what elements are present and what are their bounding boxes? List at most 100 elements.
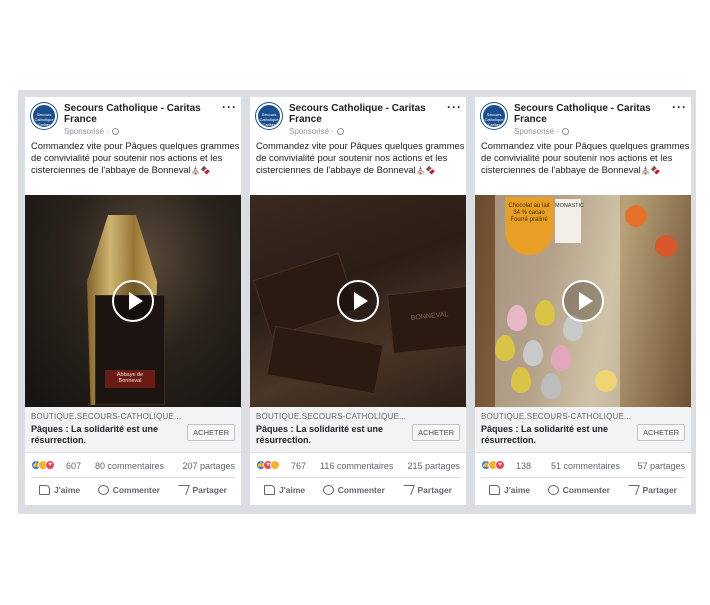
flower bbox=[655, 235, 677, 257]
reaction-icons[interactable]: 👍 ♥ bbox=[481, 460, 505, 470]
reaction-icons[interactable]: 👍 ♥ bbox=[256, 460, 280, 470]
comment-icon bbox=[97, 484, 109, 495]
more-icon[interactable]: ··· bbox=[672, 101, 687, 113]
share-label: Partager bbox=[642, 484, 677, 495]
brand-label: MONASTIC bbox=[555, 199, 584, 243]
emoji-inline: ⛪🍫 bbox=[640, 166, 661, 176]
link-domain: BOUTIQUE.SECOURS-CATHOLIQUE... bbox=[481, 412, 632, 421]
page-name[interactable]: Secours Catholique - Caritas France bbox=[514, 103, 664, 125]
reactions-bar: 👍 ♥ 607 80 commentaires 207 partages bbox=[31, 459, 235, 473]
comment-button[interactable]: Commenter bbox=[322, 484, 385, 495]
like-label: J'aime bbox=[504, 484, 531, 495]
ad-card-3: Secours Catholique Caritas France Secour… bbox=[474, 96, 692, 506]
share-button[interactable]: Partager bbox=[175, 484, 227, 495]
page-logo[interactable]: Secours Catholique Caritas France bbox=[481, 103, 507, 129]
reactions-bar: 👍 ♥ 767 116 commentaires 215 partages bbox=[256, 459, 460, 473]
link-preview[interactable]: BOUTIQUE.SECOURS-CATHOLIQUE... Pâques : … bbox=[475, 407, 691, 453]
egg bbox=[551, 345, 571, 371]
share-count[interactable]: 57 partages bbox=[637, 461, 685, 471]
globe-icon bbox=[336, 128, 344, 135]
share-icon bbox=[625, 484, 641, 495]
share-icon bbox=[400, 484, 416, 495]
link-preview[interactable]: BOUTIQUE.SECOURS-CATHOLIQUE... Pâques : … bbox=[250, 407, 466, 453]
egg bbox=[511, 367, 531, 393]
egg bbox=[541, 373, 561, 399]
post-text: Commandez vite pour Pâques quelques gram… bbox=[481, 140, 691, 178]
like-label: J'aime bbox=[279, 484, 306, 495]
page-name[interactable]: Secours Catholique - Caritas France bbox=[289, 103, 439, 125]
share-count[interactable]: 207 partages bbox=[182, 461, 235, 471]
egg bbox=[495, 335, 515, 361]
post-header: Secours Catholique Caritas France Secour… bbox=[31, 101, 237, 137]
post-text: Commandez vite pour Pâques quelques gram… bbox=[31, 140, 241, 178]
sponsored-label: Sponsorisé · bbox=[64, 127, 119, 136]
comment-icon bbox=[322, 484, 334, 495]
reaction-count[interactable]: 138 bbox=[516, 461, 531, 471]
thumb-icon bbox=[264, 484, 275, 495]
thumb-icon bbox=[39, 484, 50, 495]
reaction-count[interactable]: 767 bbox=[291, 461, 306, 471]
like-button[interactable]: J'aime bbox=[489, 484, 531, 495]
link-headline[interactable]: Pâques : La solidarité est une résurrect… bbox=[31, 424, 181, 446]
ad-card-1: Secours Catholique Caritas France Secour… bbox=[24, 96, 242, 506]
comment-count[interactable]: 116 commentaires bbox=[320, 461, 393, 471]
comment-button[interactable]: Commenter bbox=[97, 484, 160, 495]
like-button[interactable]: J'aime bbox=[264, 484, 306, 495]
reaction-count[interactable]: 607 bbox=[66, 461, 81, 471]
video-thumbnail[interactable]: BONNEVAL bbox=[250, 195, 466, 407]
buy-button[interactable]: ACHETER bbox=[187, 424, 235, 441]
ad-card-2: Secours Catholique Caritas France Secour… bbox=[249, 96, 467, 506]
more-icon[interactable]: ··· bbox=[447, 101, 462, 113]
comment-count[interactable]: 51 commentaires bbox=[551, 461, 620, 471]
sponsored-text: Sponsorisé · bbox=[514, 127, 559, 136]
wow-reaction-icon bbox=[270, 460, 280, 470]
post-text: Commandez vite pour Pâques quelques gram… bbox=[256, 140, 466, 178]
thumb-icon bbox=[489, 484, 500, 495]
comment-label: Commenter bbox=[112, 484, 160, 495]
post-header: Secours Catholique Caritas France Secour… bbox=[256, 101, 462, 137]
play-icon[interactable] bbox=[112, 280, 154, 322]
flower bbox=[625, 205, 647, 227]
buy-button[interactable]: ACHETER bbox=[637, 424, 685, 441]
link-preview[interactable]: BOUTIQUE.SECOURS-CATHOLIQUE... Pâques : … bbox=[25, 407, 241, 453]
reaction-icons[interactable]: 👍 ♥ bbox=[31, 460, 55, 470]
product-label: BONNEVAL bbox=[387, 285, 466, 355]
action-bar: J'aime Commenter Partager bbox=[256, 477, 460, 501]
egg bbox=[523, 340, 543, 366]
action-bar: J'aime Commenter Partager bbox=[31, 477, 235, 501]
comment-button[interactable]: Commenter bbox=[547, 484, 610, 495]
love-reaction-icon: ♥ bbox=[45, 460, 55, 470]
sponsored-text: Sponsorisé · bbox=[64, 127, 109, 136]
video-thumbnail[interactable]: Abbaye de Bonneval bbox=[25, 195, 241, 407]
emoji-inline: ⛪🍫 bbox=[415, 166, 436, 176]
link-headline[interactable]: Pâques : La solidarité est une résurrect… bbox=[481, 424, 631, 446]
action-bar: J'aime Commenter Partager bbox=[481, 477, 685, 501]
sponsored-label: Sponsorisé · bbox=[289, 127, 344, 136]
like-label: J'aime bbox=[54, 484, 81, 495]
share-label: Partager bbox=[192, 484, 227, 495]
page-logo[interactable]: Secours Catholique Caritas France bbox=[31, 103, 57, 129]
like-button[interactable]: J'aime bbox=[39, 484, 81, 495]
more-icon[interactable]: ··· bbox=[222, 101, 237, 113]
buy-button[interactable]: ACHETER bbox=[412, 424, 460, 441]
share-button[interactable]: Partager bbox=[400, 484, 452, 495]
sponsored-text: Sponsorisé · bbox=[289, 127, 334, 136]
globe-icon bbox=[561, 128, 569, 135]
share-count[interactable]: 215 partages bbox=[407, 461, 460, 471]
page-logo[interactable]: Secours Catholique Caritas France bbox=[256, 103, 282, 129]
comment-label: Commenter bbox=[562, 484, 610, 495]
play-icon[interactable] bbox=[562, 280, 604, 322]
comment-label: Commenter bbox=[337, 484, 385, 495]
comment-icon bbox=[547, 484, 559, 495]
play-icon[interactable] bbox=[337, 280, 379, 322]
page-name[interactable]: Secours Catholique - Caritas France bbox=[64, 103, 214, 125]
share-label: Partager bbox=[417, 484, 452, 495]
post-header: Secours Catholique Caritas France Secour… bbox=[481, 101, 687, 137]
comment-count[interactable]: 80 commentaires bbox=[95, 461, 164, 471]
globe-icon bbox=[111, 128, 119, 135]
sponsored-label: Sponsorisé · bbox=[514, 127, 569, 136]
link-headline[interactable]: Pâques : La solidarité est une résurrect… bbox=[256, 424, 406, 446]
share-button[interactable]: Partager bbox=[625, 484, 677, 495]
video-thumbnail[interactable]: Chocolat au lait 34 % cacao Fourré prali… bbox=[475, 195, 691, 407]
reactions-bar: 👍 ♥ 138 51 commentaires 57 partages bbox=[481, 459, 685, 473]
